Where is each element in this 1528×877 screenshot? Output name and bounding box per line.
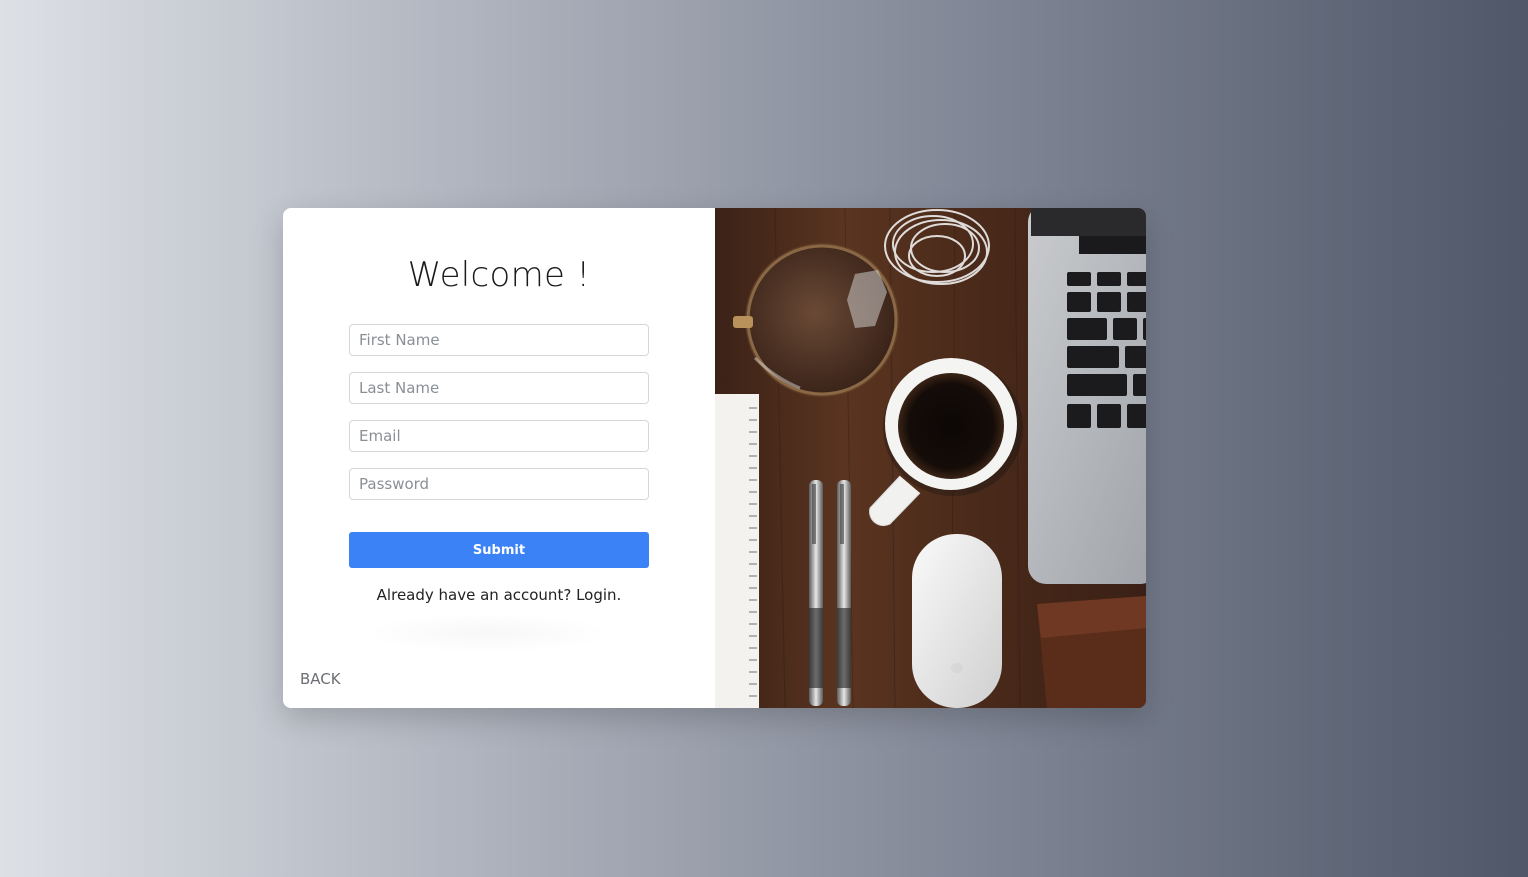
login-prompt-text: Already have an account?: [376, 586, 572, 604]
login-prompt: Already have an account? Login.: [283, 586, 715, 604]
email-field[interactable]: [349, 420, 649, 452]
first-name-field[interactable]: [349, 324, 649, 356]
desk-photo: [715, 208, 1146, 708]
submit-button[interactable]: Submit: [349, 532, 649, 568]
password-field[interactable]: [349, 468, 649, 500]
login-link[interactable]: Login.: [576, 586, 621, 604]
decorative-shadow: [363, 613, 613, 653]
back-link[interactable]: BACK: [300, 670, 341, 688]
signup-form-pane: Welcome ! Submit Already have an account…: [283, 208, 715, 708]
signup-card: Welcome ! Submit Already have an account…: [283, 208, 1146, 708]
page-title: Welcome !: [407, 255, 591, 295]
last-name-field[interactable]: [349, 372, 649, 404]
